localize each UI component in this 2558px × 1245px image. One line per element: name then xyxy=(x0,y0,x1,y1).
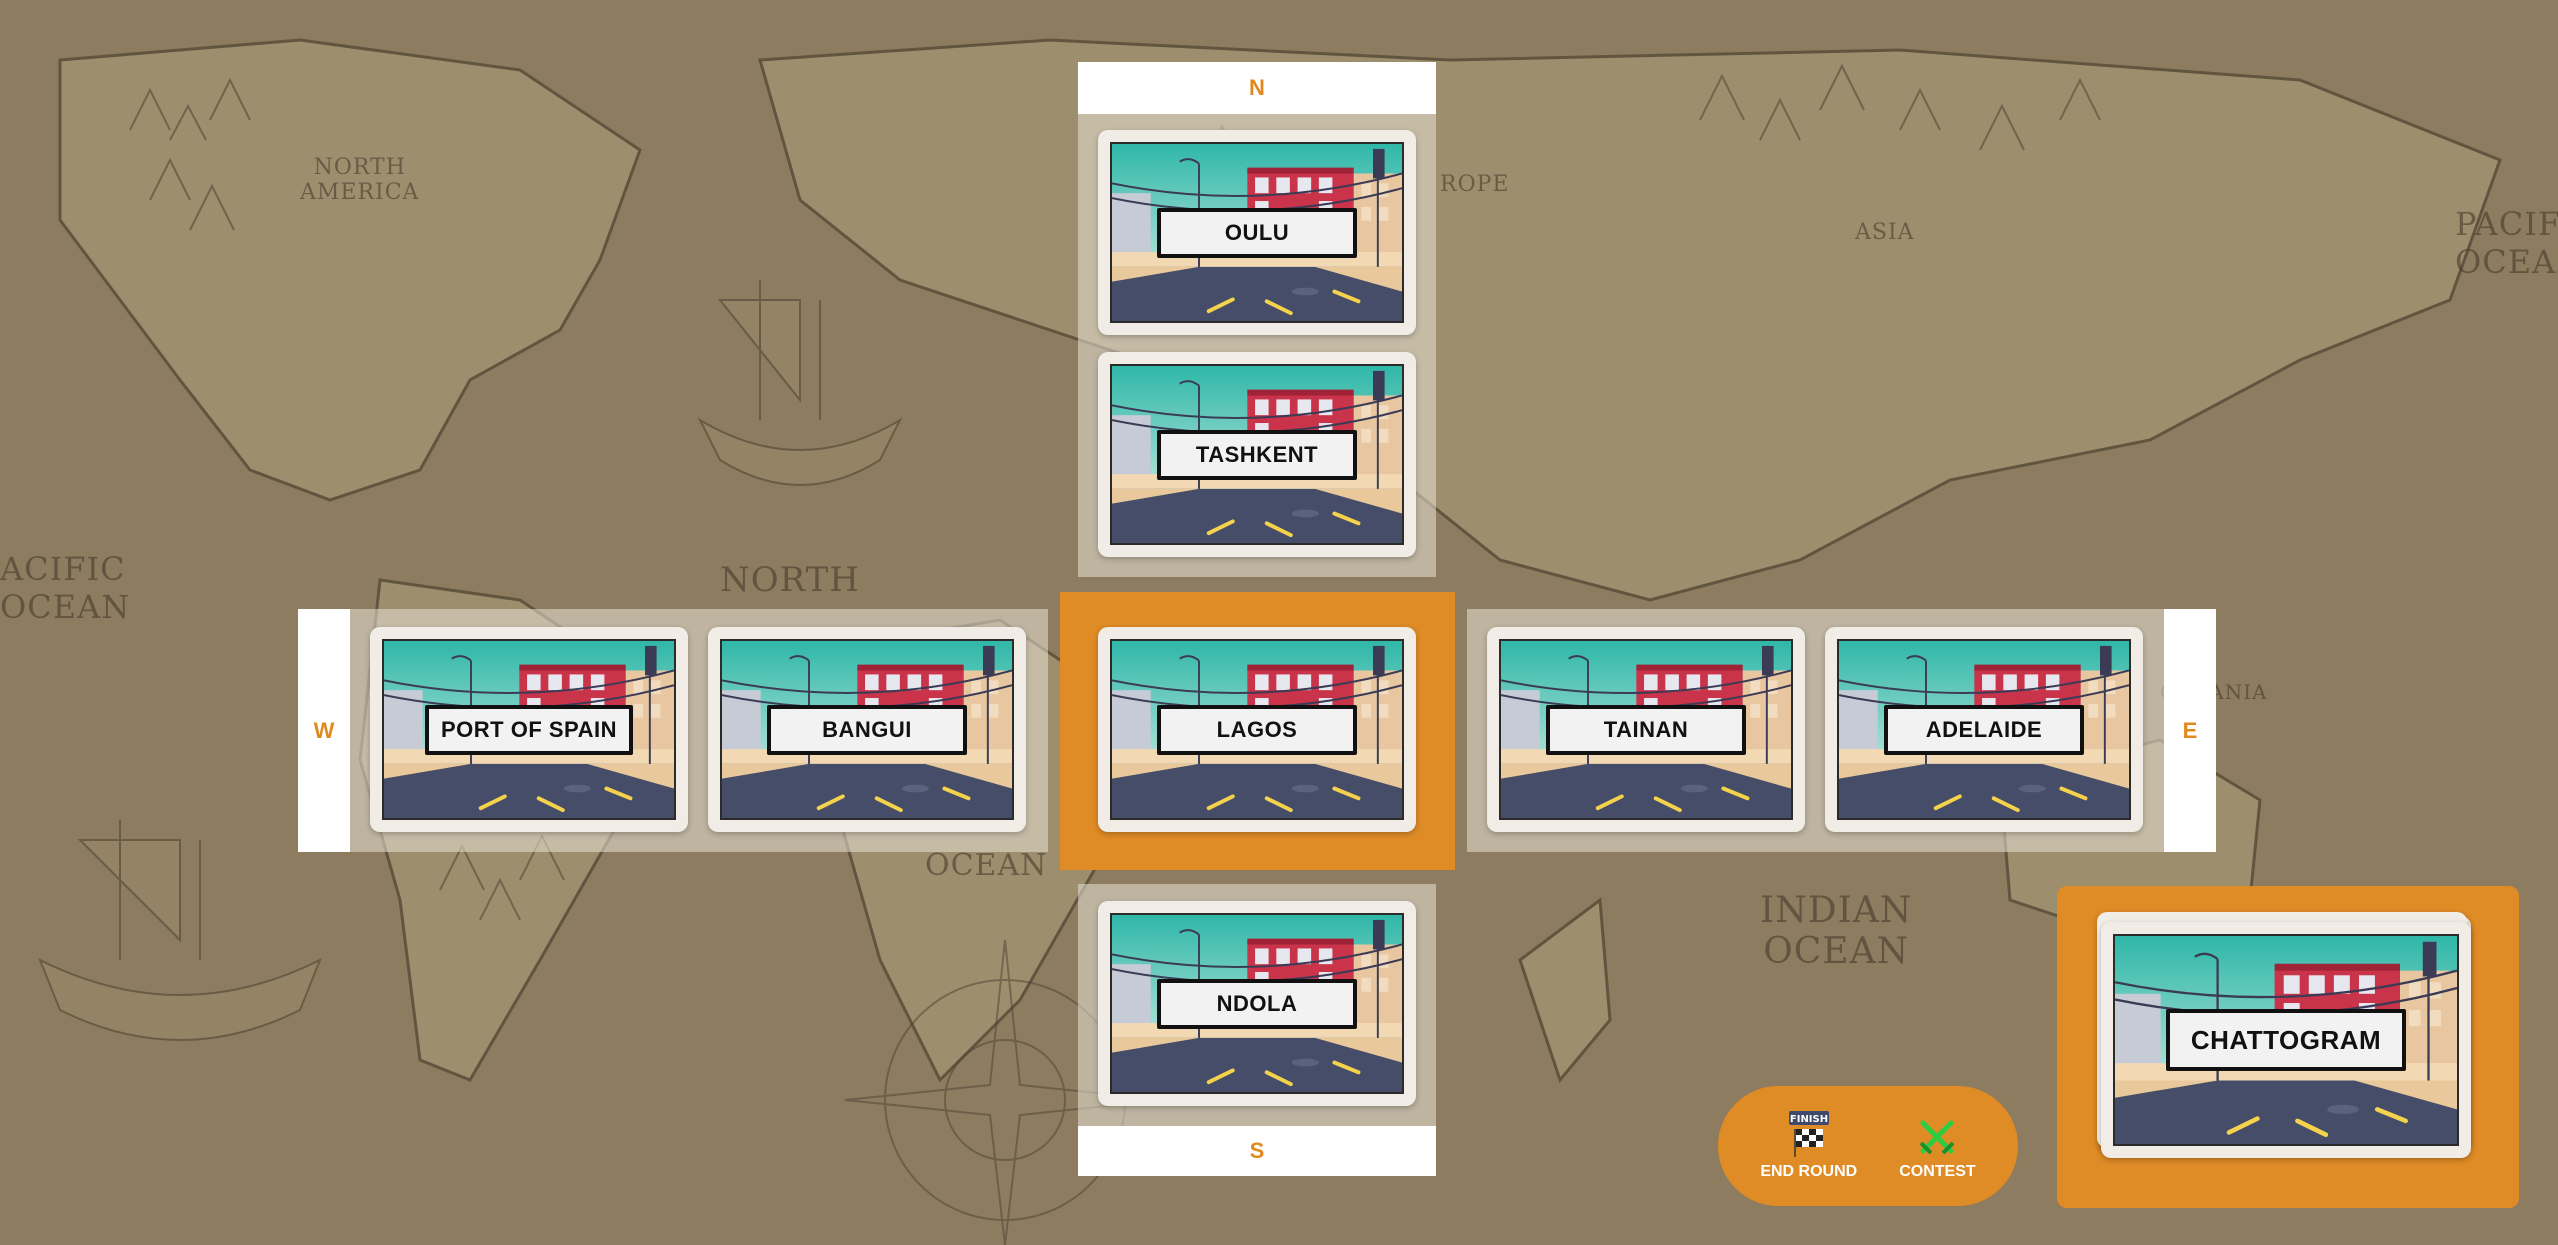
card-center[interactable]: LAGOS xyxy=(1098,627,1416,832)
hand-card[interactable]: CHATTOGRAM xyxy=(2101,922,2471,1158)
card-north-1[interactable]: OULU xyxy=(1098,130,1416,335)
card-name: ADELAIDE xyxy=(1884,704,2084,755)
player-hand: CHATTOGRAM xyxy=(2057,886,2519,1208)
crossed-swords-icon xyxy=(1917,1111,1957,1157)
map-label-ocean-mid: OCEAN xyxy=(925,848,1048,883)
map-label-pacific-left: ACIFIC OCEAN xyxy=(0,550,131,626)
east-label: E xyxy=(2164,609,2216,852)
south-label: S xyxy=(1078,1126,1436,1176)
card-north-2[interactable]: TASHKENT xyxy=(1098,352,1416,557)
card-name: BANGUI xyxy=(767,704,967,755)
card-west-2[interactable]: BANGUI xyxy=(708,627,1026,832)
end-round-label: END ROUND xyxy=(1760,1163,1858,1180)
card-west-1[interactable]: PORT OF SPAIN xyxy=(370,627,688,832)
contest-label: CONTEST xyxy=(1899,1163,1976,1180)
checkered-flag-icon: FINISH xyxy=(1787,1111,1831,1157)
end-round-button[interactable]: FINISH END ROUND xyxy=(1760,1111,1857,1181)
west-label: W xyxy=(298,609,350,852)
card-east-1[interactable]: TAINAN xyxy=(1487,627,1805,832)
hand-card-name: CHATTOGRAM xyxy=(2166,1009,2406,1071)
north-label: N xyxy=(1078,62,1436,114)
card-name: PORT OF SPAIN xyxy=(425,704,633,755)
map-label-europe: ROPE xyxy=(1440,172,1510,197)
card-east-2[interactable]: ADELAIDE xyxy=(1825,627,2143,832)
card-name: LAGOS xyxy=(1157,704,1357,755)
contest-button[interactable]: CONTEST xyxy=(1899,1111,1976,1181)
finish-badge-text: FINISH xyxy=(1790,1114,1828,1125)
map-label-indian-ocean: INDIAN OCEAN xyxy=(1760,890,1913,972)
card-name: TAINAN xyxy=(1546,704,1746,755)
map-label-north-america: NORTH AMERICA xyxy=(300,155,420,205)
map-label-north-atlantic: NORTH xyxy=(720,560,860,600)
action-panel: FINISH END ROUND CONTEST xyxy=(1718,1086,2018,1206)
card-name: OULU xyxy=(1157,207,1357,258)
card-south-1[interactable]: NDOLA xyxy=(1098,901,1416,1106)
map-label-asia: ASIA xyxy=(1855,220,1915,245)
map-label-pacific-right: PACIF OCEA xyxy=(2455,205,2558,281)
card-name: NDOLA xyxy=(1157,978,1357,1029)
card-name: TASHKENT xyxy=(1157,429,1357,480)
